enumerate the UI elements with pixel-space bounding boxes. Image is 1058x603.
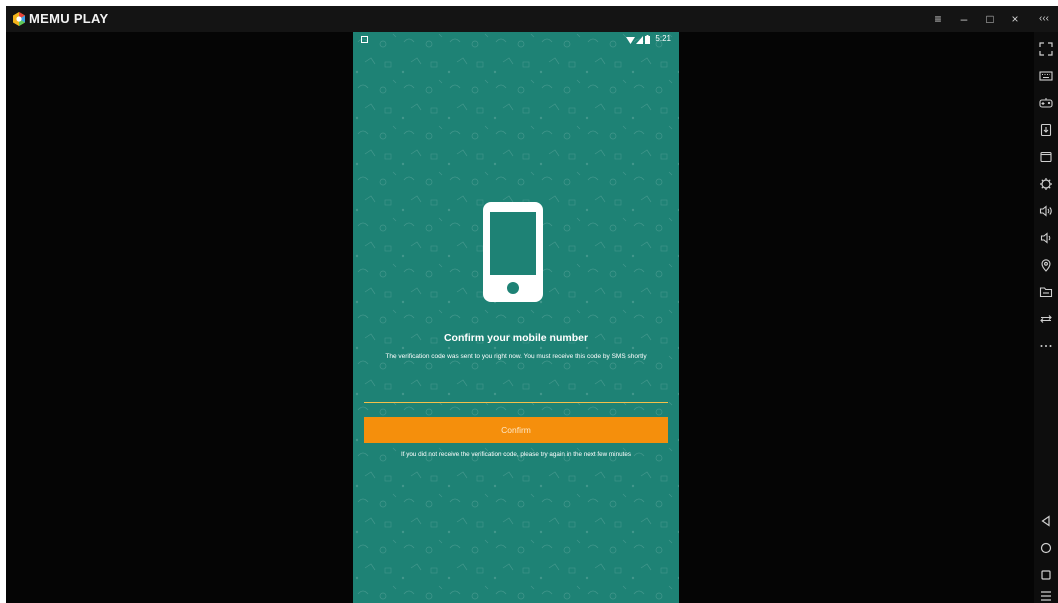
emulator-toolbar	[1034, 32, 1058, 603]
collapse-sidebar-button[interactable]: ‹‹‹	[1035, 10, 1053, 28]
battery-icon	[645, 35, 650, 44]
close-button[interactable]: ×	[1006, 10, 1024, 28]
cellular-signal-icon	[636, 36, 643, 44]
app-brand: MEMU PLAY	[29, 11, 109, 26]
maximize-button[interactable]: □	[981, 10, 999, 28]
status-time: 5:21	[655, 34, 671, 43]
emulator-window: MEMU PLAY ≡ – □ × ‹‹‹ 5:21 Confirm your …	[6, 6, 1058, 603]
volume-down-icon[interactable]	[1039, 231, 1053, 245]
memu-logo-icon	[13, 12, 25, 26]
retry-hint: If you did not receive the verification …	[401, 451, 631, 458]
rotate-icon[interactable]	[1039, 312, 1053, 326]
location-icon[interactable]	[1039, 258, 1053, 272]
wifi-icon	[626, 37, 635, 44]
title-bar: MEMU PLAY ≡ – □ × ‹‹‹	[6, 6, 1058, 32]
minimize-button[interactable]: –	[955, 10, 973, 28]
install-apk-icon[interactable]	[1039, 123, 1053, 137]
window-icon[interactable]	[1039, 150, 1053, 164]
folder-icon[interactable]	[1039, 285, 1053, 299]
back-icon[interactable]	[1039, 514, 1053, 528]
status-bar: 5:21	[353, 32, 679, 48]
more-icon[interactable]	[1039, 339, 1053, 353]
android-screen: 5:21 Confirm your mobile number The veri…	[353, 32, 679, 603]
menu-button[interactable]: ≡	[929, 10, 947, 28]
verification-code-input[interactable]	[364, 394, 668, 403]
confirm-button[interactable]: Confirm	[364, 417, 668, 443]
menu-icon[interactable]	[1039, 589, 1053, 603]
notification-icon	[361, 36, 368, 43]
page-title: Confirm your mobile number	[443, 332, 589, 344]
keyboard-icon[interactable]	[1039, 69, 1053, 83]
volume-up-icon[interactable]	[1039, 204, 1053, 218]
background-pattern	[353, 32, 679, 603]
settings-icon[interactable]	[1039, 177, 1053, 191]
mobile-phone-icon	[483, 202, 543, 302]
gamepad-icon[interactable]	[1039, 96, 1053, 110]
fullscreen-icon[interactable]	[1039, 42, 1053, 56]
verification-description: The verification code was sent to you ri…	[385, 353, 647, 360]
home-icon[interactable]	[1039, 541, 1053, 555]
recent-apps-icon[interactable]	[1039, 568, 1053, 582]
